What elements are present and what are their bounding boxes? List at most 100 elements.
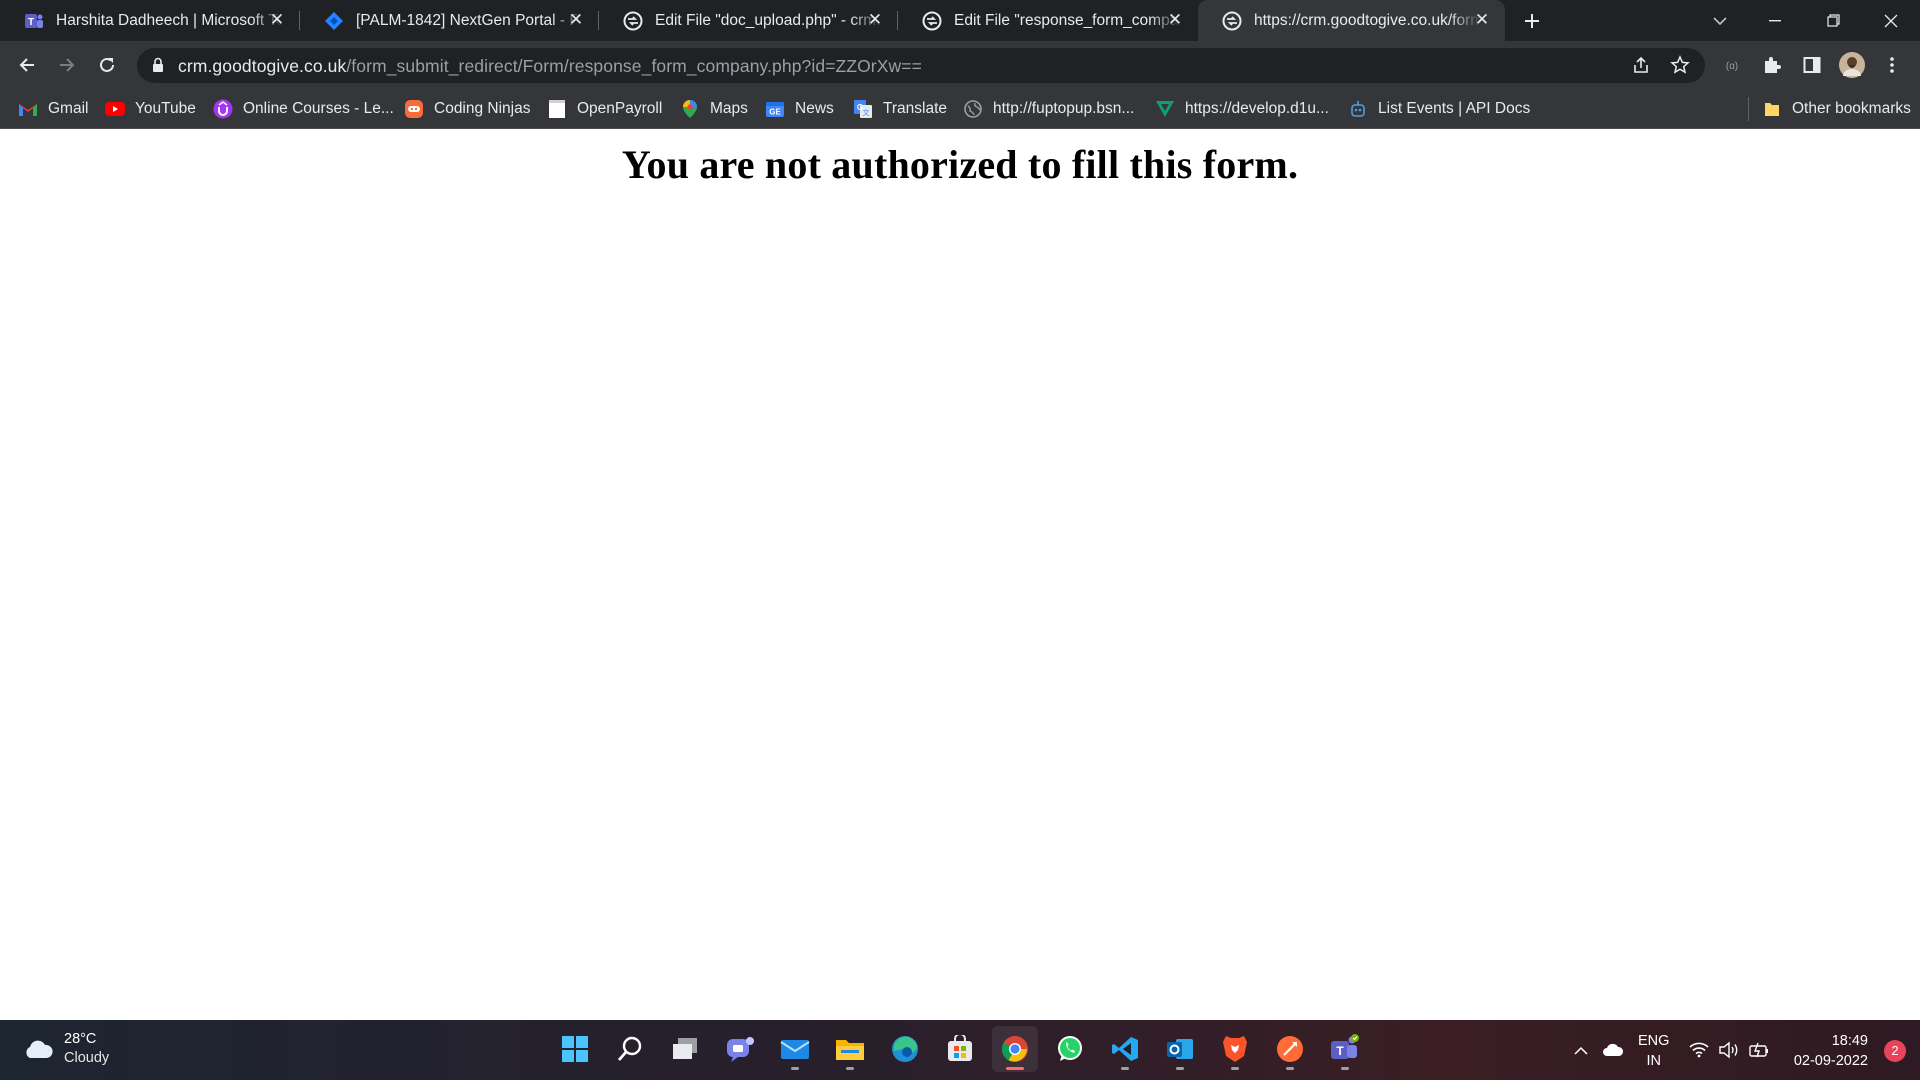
tab-close-icon[interactable]: ✕ (866, 11, 884, 29)
udemy-icon (213, 99, 233, 119)
language-code: ENG (1638, 1033, 1670, 1049)
weather-temp: 28°C (64, 1031, 97, 1047)
show-hidden-icons-button[interactable] (1568, 1020, 1594, 1080)
tab-title: https://crm.goodtogive.co.uk/form_submit… (1254, 11, 1481, 29)
app-running-indicator (846, 1067, 854, 1070)
tab-close-icon[interactable]: ✕ (1166, 11, 1184, 29)
taskbar-whatsapp[interactable] (1047, 1026, 1093, 1072)
start-button[interactable] (552, 1026, 598, 1072)
bookmark-list-events[interactable]: List Events | API Docs (1348, 98, 1530, 120)
weather-widget[interactable]: 28°C Cloudy (22, 1030, 109, 1068)
bookmark-label: http://fuptopup.bsn... (993, 100, 1135, 117)
bookmark-online-courses[interactable]: Online Courses - Le... (213, 98, 394, 120)
translate-icon: G文 (853, 99, 873, 119)
taskbar-store[interactable] (937, 1026, 983, 1072)
taskbar-search[interactable] (607, 1026, 653, 1072)
bookmark-maps[interactable]: Maps (680, 98, 748, 120)
close-icon (1884, 14, 1898, 27)
bookmark-label: Other bookmarks (1792, 100, 1911, 117)
youtube-icon (105, 99, 125, 119)
edge-icon (892, 1036, 918, 1062)
back-button[interactable] (11, 49, 43, 81)
taskbar-mail[interactable] (772, 1026, 818, 1072)
taskbar-chrome[interactable] (992, 1026, 1038, 1072)
menu-button[interactable] (1876, 49, 1908, 81)
url-path: /form_submit_redirect/Form/response_form… (346, 56, 922, 76)
bookmark-gmail[interactable]: Gmail (18, 98, 88, 120)
tab-jira[interactable]: [PALM-1842] NextGen Portal - Page ✕ (300, 0, 599, 41)
svg-text:T: T (1336, 1044, 1344, 1058)
close-window-button[interactable] (1868, 0, 1914, 41)
tab-teams[interactable]: T Harshita Dadheech | Microsoft Teams ✕ (0, 0, 300, 41)
site-icon (921, 10, 943, 32)
taskbar-edge[interactable] (882, 1026, 928, 1072)
radio-icon: (ɑ) (1726, 61, 1738, 72)
app-running-indicator (1286, 1067, 1294, 1070)
bookmark-label: Online Courses - Le... (243, 100, 394, 117)
page-content: You are not authorized to fill this form… (0, 129, 1920, 1020)
bookmark-develop[interactable]: https://develop.d1u... (1155, 98, 1329, 120)
tab-active-crm[interactable]: https://crm.goodtogive.co.uk/form_submit… (1198, 0, 1505, 41)
taskbar-vscode[interactable] (1102, 1026, 1148, 1072)
cast-extension-button[interactable]: (ɑ) (1716, 49, 1748, 81)
reload-icon (100, 57, 114, 72)
bookmark-news[interactable]: GE News (765, 98, 834, 120)
site-icon (1221, 10, 1243, 32)
bookmark-openpayroll[interactable]: OpenPayroll (547, 98, 662, 120)
mail-icon (780, 1040, 810, 1059)
bookmark-other-bookmarks[interactable]: Other bookmarks (1762, 98, 1911, 120)
address-bar[interactable]: crm.goodtogive.co.uk/form_submit_redirec… (137, 48, 1705, 83)
tab-close-icon[interactable]: ✕ (1473, 11, 1491, 29)
profile-avatar[interactable] (1836, 49, 1868, 81)
tab-title: Edit File "response_form_company.php" (954, 11, 1181, 29)
store-icon (948, 1035, 972, 1061)
tab-edit-doc-upload[interactable]: Edit File "doc_upload.php" - crm.goodtog… (599, 0, 898, 41)
tab-close-icon[interactable]: ✕ (567, 11, 585, 29)
tab-search-button[interactable] (1704, 0, 1736, 41)
url-host: crm.goodtogive.co.uk (178, 56, 347, 76)
robot-icon (1348, 99, 1368, 119)
minimize-button[interactable] (1752, 0, 1798, 41)
new-tab-button[interactable] (1516, 0, 1548, 41)
volume-tray[interactable] (1716, 1020, 1742, 1080)
browser-toolbar: crm.goodtogive.co.uk/form_submit_redirec… (0, 41, 1920, 89)
bookmark-youtube[interactable]: YouTube (105, 98, 196, 120)
taskbar-outlook[interactable] (1157, 1026, 1203, 1072)
chat-icon (727, 1037, 754, 1062)
language-indicator[interactable]: ENG IN (1638, 1031, 1669, 1071)
teams-icon: T (23, 10, 45, 32)
side-panel-button[interactable] (1796, 49, 1828, 81)
avatar-icon (1839, 52, 1865, 78)
maps-icon (680, 99, 700, 119)
taskbar-file-explorer[interactable] (827, 1026, 873, 1072)
app-running-indicator (1176, 1067, 1184, 1070)
wifi-tray[interactable] (1686, 1020, 1712, 1080)
bookmark-coding-ninjas[interactable]: Coding Ninjas (404, 98, 531, 120)
system-clock[interactable]: 18:49 02-09-2022 (1794, 1031, 1868, 1071)
arrow-right-icon (60, 58, 75, 72)
tab-edit-response-form[interactable]: Edit File "response_form_company.php" ✕ (898, 0, 1198, 41)
notification-badge[interactable]: 2 (1884, 1040, 1906, 1062)
battery-tray[interactable] (1746, 1020, 1772, 1080)
forward-button[interactable] (51, 49, 83, 81)
extensions-button[interactable] (1756, 49, 1788, 81)
more-vert-icon (1890, 57, 1894, 73)
onedrive-tray[interactable] (1598, 1020, 1628, 1080)
reload-button[interactable] (91, 49, 123, 81)
taskbar-teams-chat[interactable] (717, 1026, 763, 1072)
tab-title: Harshita Dadheech | Microsoft Teams (56, 11, 283, 29)
app-running-indicator (1231, 1067, 1239, 1070)
taskbar-brave[interactable] (1212, 1026, 1258, 1072)
taskbar-postman[interactable] (1267, 1026, 1313, 1072)
restore-button[interactable] (1810, 0, 1856, 41)
coding-ninjas-icon (404, 99, 424, 119)
taskbar-task-view[interactable] (662, 1026, 708, 1072)
taskbar-teams[interactable]: T (1322, 1026, 1368, 1072)
bookmark-translate[interactable]: G文 Translate (853, 98, 947, 120)
tab-close-icon[interactable]: ✕ (268, 11, 286, 29)
arrow-left-icon (19, 58, 34, 72)
clock-date: 02-09-2022 (1793, 1053, 1868, 1069)
plus-icon (1525, 13, 1539, 28)
app-running-indicator (1341, 1067, 1349, 1070)
bookmark-fuptopup[interactable]: http://fuptopup.bsn... (963, 98, 1134, 120)
